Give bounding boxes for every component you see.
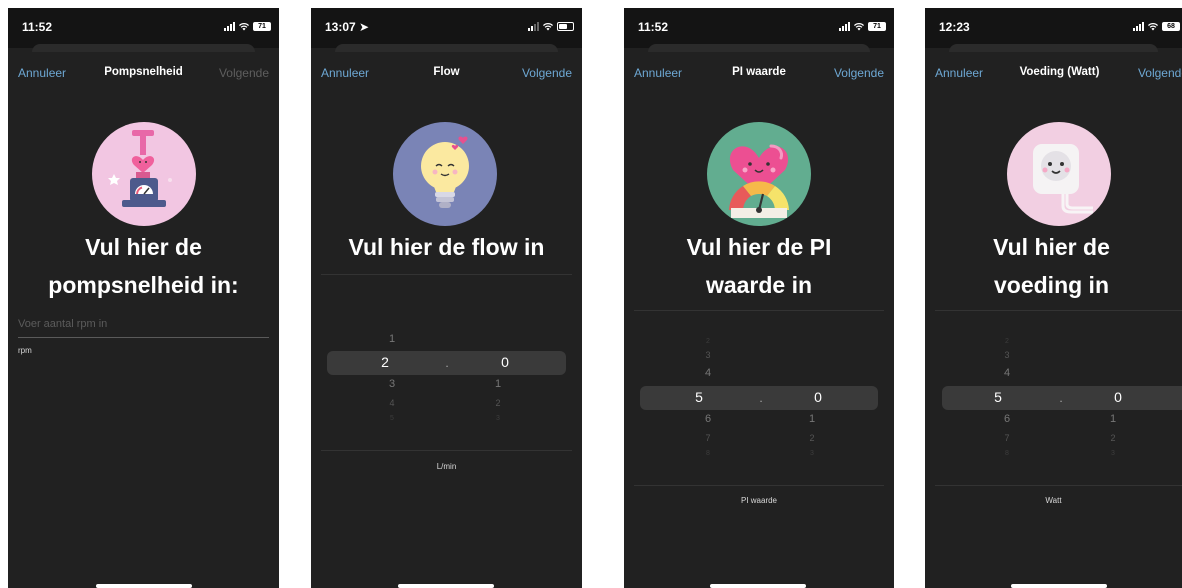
picker-decimal-option[interactable]: 1 — [486, 378, 510, 390]
rpm-input[interactable]: Voer aantal rpm in — [18, 318, 269, 338]
home-indicator — [710, 584, 806, 588]
picker-integer-selected[interactable]: 2 — [373, 354, 397, 370]
picker-decimal-option[interactable]: 1 — [1101, 413, 1125, 425]
nav-bar: Annuleer Flow Volgende — [311, 66, 582, 86]
status-bar: 11:52 71 — [8, 8, 279, 48]
nav-bar: Annuleer Pompsnelheid Volgende — [8, 66, 279, 86]
picker-decimal-option[interactable]: 2 — [800, 433, 824, 443]
picker-integer-option[interactable]: 6 — [995, 413, 1019, 425]
power-outlet-icon — [1033, 144, 1093, 214]
picker-integer-selected[interactable]: 5 — [687, 389, 711, 405]
picker-decimal-selected[interactable]: 0 — [1106, 389, 1130, 405]
power-outlet-illustration — [1007, 122, 1111, 226]
lightbulb-illustration — [393, 122, 497, 226]
picker-integer-option[interactable]: 2 — [696, 338, 720, 345]
home-indicator — [1011, 584, 1107, 588]
picker-decimal-selected[interactable]: 0 — [806, 389, 830, 405]
picker-integer-option[interactable]: 3 — [696, 350, 720, 360]
next-button[interactable]: Volgende — [522, 66, 572, 80]
picker-integer-option[interactable]: 7 — [696, 433, 720, 443]
screen-pi-waarde: 11:52 71 Annuleer PI waarde Volgende Vul… — [624, 8, 894, 588]
heart-gauge-icon — [729, 144, 789, 218]
picker-decimal-option[interactable]: 3 — [800, 450, 824, 457]
wifi-icon — [543, 22, 553, 31]
picker-integer-selected[interactable]: 5 — [986, 389, 1010, 405]
status-bar: 13:07 ➤ — [311, 8, 582, 48]
picker-separator: . — [759, 391, 763, 405]
battery-icon: 71 — [253, 22, 271, 31]
lightbulb-icon — [421, 136, 469, 208]
status-time: 11:52 — [22, 20, 53, 34]
picker-integer-option[interactable]: 2 — [995, 338, 1019, 345]
screen-flow: 13:07 ➤ Annuleer Flow Volgende Vul hier … — [311, 8, 582, 588]
status-bar: 11:52 71 — [624, 8, 894, 48]
picker-integer-option[interactable]: 5 — [380, 415, 404, 422]
signal-icon — [224, 22, 235, 31]
wifi-icon — [854, 22, 864, 31]
picker-decimal-selected[interactable]: 0 — [493, 354, 517, 370]
pump-icon — [108, 130, 172, 207]
status-bar: 12:23 68 — [925, 8, 1182, 48]
next-button[interactable]: Volgende — [1138, 66, 1182, 80]
picker-decimal-option[interactable]: 2 — [1101, 433, 1125, 443]
home-indicator — [96, 584, 192, 588]
screen-heading: Vul hier de pompsnelheid in: — [48, 234, 239, 298]
picker-integer-option[interactable]: 4 — [995, 367, 1019, 379]
unit-label: PI waarde — [740, 496, 778, 505]
unit-label: rpm — [18, 346, 32, 355]
picker-integer-option[interactable]: 8 — [696, 450, 720, 457]
wifi-icon — [239, 22, 249, 31]
screen-heading: Vul hier de PI waarde in — [686, 234, 832, 298]
picker-integer-option[interactable]: 3 — [995, 350, 1019, 360]
next-button[interactable]: Volgende — [219, 66, 269, 80]
picker-decimal-option[interactable]: 2 — [486, 398, 510, 408]
picker-decimal-option[interactable]: 3 — [486, 415, 510, 422]
picker-separator: . — [445, 356, 449, 370]
home-indicator — [398, 584, 494, 588]
rpm-input-placeholder: Voer aantal rpm in — [18, 318, 108, 330]
picker-integer-option[interactable]: 6 — [696, 413, 720, 425]
nav-bar: Annuleer PI waarde Volgende — [624, 66, 894, 86]
picker-integer-option[interactable]: 3 — [380, 378, 404, 390]
picker-integer-option[interactable]: 1 — [380, 333, 404, 345]
battery-icon: 71 — [868, 22, 886, 31]
status-time: 13:07 ➤ — [325, 20, 370, 34]
signal-icon — [839, 22, 850, 31]
signal-icon — [528, 22, 539, 31]
battery-icon — [557, 22, 574, 31]
picker-decimal-option[interactable]: 3 — [1101, 450, 1125, 457]
signal-icon — [1133, 22, 1144, 31]
picker-separator: . — [1059, 391, 1063, 405]
picker-integer-option[interactable]: 7 — [995, 433, 1019, 443]
wifi-icon — [1148, 22, 1158, 31]
heart-gauge-illustration — [707, 122, 811, 226]
picker-integer-option[interactable]: 4 — [380, 398, 404, 408]
picker-integer-option[interactable]: 4 — [696, 367, 720, 379]
screen-pompsnelheid: 11:52 71 Annuleer Pompsnelheid Volgende — [8, 8, 279, 588]
status-time: 12:23 — [939, 20, 970, 34]
picker-decimal-option[interactable]: 1 — [800, 413, 824, 425]
unit-label: Watt — [1045, 496, 1062, 505]
nav-bar: Annuleer Voeding (Watt) Volgende — [925, 66, 1182, 86]
screen-heading: Vul hier de flow in — [348, 234, 545, 260]
picker-integer-option[interactable]: 8 — [995, 450, 1019, 457]
screen-heading: Vul hier de voeding in — [993, 234, 1110, 298]
location-arrow-icon: ➤ — [359, 20, 370, 34]
screen-voeding: 12:23 68 Annuleer Voeding (Watt) Volgend… — [925, 8, 1182, 588]
status-time: 11:52 — [638, 20, 669, 34]
pump-gauge-illustration — [92, 122, 196, 226]
unit-label: L/min — [436, 462, 457, 471]
battery-icon: 68 — [1162, 22, 1180, 31]
next-button[interactable]: Volgende — [834, 66, 884, 80]
